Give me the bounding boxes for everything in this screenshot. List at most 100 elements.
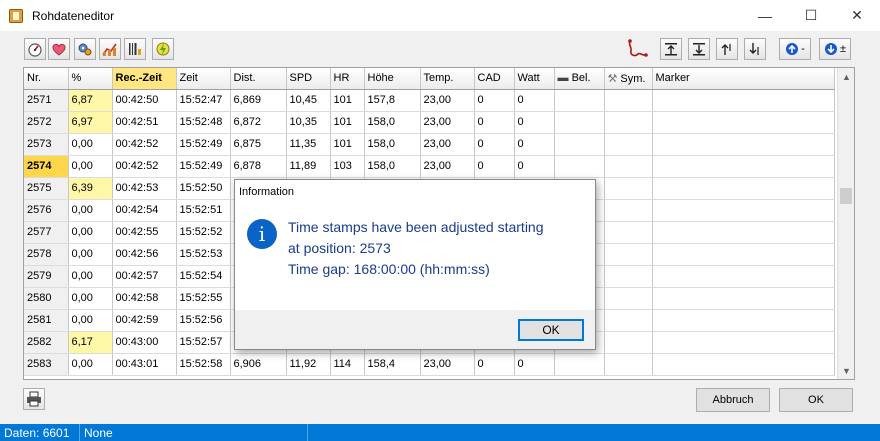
column-header[interactable]: Nr.	[24, 68, 69, 90]
route-icon[interactable]	[626, 37, 652, 61]
cell-pct[interactable]: 0,00	[68, 353, 113, 376]
cell-hoehe[interactable]: 158,4	[364, 353, 421, 376]
column-header[interactable]: ▬ Bel.	[554, 68, 605, 90]
insert-bottom-icon[interactable]	[688, 38, 710, 60]
table-row[interactable]: 2572 6,97 00:42:51 15:52:48 6,872 10,35 101 158…	[24, 111, 835, 134]
column-header[interactable]: Temp.	[420, 68, 475, 90]
column-header[interactable]: Höhe	[364, 68, 421, 90]
cell-zeit[interactable]: 15:52:56	[176, 309, 231, 332]
cell-nr[interactable]: 2573	[24, 133, 69, 156]
cell-nr[interactable]: 2581	[24, 309, 69, 332]
cell-zeit[interactable]: 15:52:54	[176, 265, 231, 288]
cell-nr[interactable]: 2576	[24, 199, 69, 222]
cell-spd[interactable]: 11,35	[286, 133, 331, 156]
table-row[interactable]: 2573 0,00 00:42:52 15:52:49 6,875 11,35 101 158…	[24, 133, 835, 156]
cell-zeit[interactable]: 15:52:52	[176, 221, 231, 244]
cell-watt[interactable]: 0	[514, 353, 555, 376]
cell-cad[interactable]: 0	[474, 133, 515, 156]
table-row[interactable]: 2583 0,00 00:43:01 15:52:58 6,906 11,92 114 158…	[24, 353, 835, 376]
cell-sym[interactable]	[604, 309, 653, 332]
cell-zeit[interactable]: 15:52:53	[176, 243, 231, 266]
cell-cad[interactable]: 0	[474, 111, 515, 134]
column-header[interactable]: CAD	[474, 68, 515, 90]
cell-rec[interactable]: 00:42:52	[112, 133, 177, 156]
cell-marker[interactable]	[652, 265, 835, 288]
cell-marker[interactable]	[652, 221, 835, 244]
cell-spd[interactable]: 10,45	[286, 89, 331, 112]
column-header[interactable]: Watt	[514, 68, 555, 90]
cell-dist[interactable]: 6,869	[230, 89, 287, 112]
maximize-button[interactable]: ☐	[788, 0, 834, 31]
column-header[interactable]: SPD	[286, 68, 331, 90]
cell-pct[interactable]: 6,87	[68, 89, 113, 112]
cell-pct[interactable]: 0,00	[68, 221, 113, 244]
cell-dist[interactable]: 6,878	[230, 155, 287, 178]
scroll-up-icon[interactable]: ▲	[838, 68, 854, 85]
cell-hr[interactable]: 101	[330, 111, 365, 134]
cell-cad[interactable]: 0	[474, 155, 515, 178]
gears-icon[interactable]	[74, 38, 96, 60]
cell-sym[interactable]	[604, 221, 653, 244]
cell-spd[interactable]: 11,92	[286, 353, 331, 376]
cell-pct[interactable]: 0,00	[68, 199, 113, 222]
cell-zeit[interactable]: 15:52:49	[176, 155, 231, 178]
column-header[interactable]: Marker	[652, 68, 835, 90]
cell-pct[interactable]: 6,39	[68, 177, 113, 200]
cell-watt[interactable]: 0	[514, 155, 555, 178]
cell-zeit[interactable]: 15:52:51	[176, 199, 231, 222]
column-header[interactable]: Rec.-Zeit	[112, 68, 177, 90]
cell-marker[interactable]	[652, 287, 835, 310]
cell-temp[interactable]: 23,00	[420, 155, 475, 178]
abbruch-button[interactable]: Abbruch	[696, 388, 770, 412]
cell-marker[interactable]	[652, 353, 835, 376]
cell-nr[interactable]: 2578	[24, 243, 69, 266]
ok-button[interactable]: OK	[779, 388, 853, 412]
cell-hr[interactable]: 101	[330, 89, 365, 112]
table-row[interactable]: 2574 0,00 00:42:52 15:52:49 6,878 11,89 103 158…	[24, 155, 835, 178]
cell-pct[interactable]: 0,00	[68, 155, 113, 178]
cell-nr[interactable]: 2579	[24, 265, 69, 288]
cell-rec[interactable]: 00:43:00	[112, 331, 177, 354]
cell-nr[interactable]: 2575	[24, 177, 69, 200]
cell-sym[interactable]	[604, 133, 653, 156]
insert-top-icon[interactable]	[660, 38, 682, 60]
cell-sym[interactable]	[604, 287, 653, 310]
cell-sym[interactable]	[604, 155, 653, 178]
cell-dist[interactable]: 6,906	[230, 353, 287, 376]
column-header[interactable]: HR	[330, 68, 365, 90]
cell-hr[interactable]: 101	[330, 133, 365, 156]
cell-rec[interactable]: 00:42:51	[112, 111, 177, 134]
cell-pct[interactable]: 6,97	[68, 111, 113, 134]
cell-temp[interactable]: 23,00	[420, 89, 475, 112]
cell-marker[interactable]	[652, 177, 835, 200]
cell-nr[interactable]: 2577	[24, 221, 69, 244]
cell-spd[interactable]: 10,35	[286, 111, 331, 134]
cell-hr[interactable]: 103	[330, 155, 365, 178]
cell-marker[interactable]	[652, 89, 835, 112]
cell-marker[interactable]	[652, 331, 835, 354]
cell-sym[interactable]	[604, 199, 653, 222]
cell-zeit[interactable]: 15:52:47	[176, 89, 231, 112]
cell-zeit[interactable]: 15:52:50	[176, 177, 231, 200]
cell-rec[interactable]: 00:42:50	[112, 89, 177, 112]
cell-sym[interactable]	[604, 111, 653, 134]
cell-sym[interactable]	[604, 265, 653, 288]
cell-watt[interactable]: 0	[514, 89, 555, 112]
cell-rec[interactable]: 00:42:52	[112, 155, 177, 178]
cell-nr[interactable]: 2571	[24, 89, 69, 112]
cell-marker[interactable]	[652, 243, 835, 266]
cell-rec[interactable]: 00:42:53	[112, 177, 177, 200]
cell-nr[interactable]: 2583	[24, 353, 69, 376]
cell-sym[interactable]	[604, 331, 653, 354]
move-down-icon[interactable]	[744, 38, 766, 60]
cell-sym[interactable]	[604, 177, 653, 200]
cell-zeit[interactable]: 15:52:57	[176, 331, 231, 354]
column-header[interactable]: Dist.	[230, 68, 287, 90]
cell-pct[interactable]: 6,17	[68, 331, 113, 354]
cell-spd[interactable]: 11,89	[286, 155, 331, 178]
cell-temp[interactable]: 23,00	[420, 111, 475, 134]
column-header[interactable]: ⚒ Sym.	[604, 68, 653, 90]
cell-marker[interactable]	[652, 133, 835, 156]
scrollbar-thumb[interactable]	[840, 188, 852, 204]
cell-watt[interactable]: 0	[514, 133, 555, 156]
